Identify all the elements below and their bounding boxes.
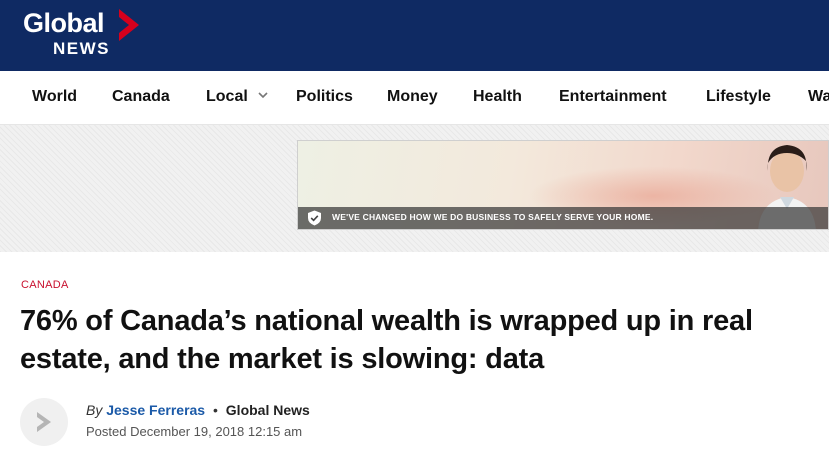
nav-item-wa[interactable]: Wa — [808, 88, 829, 106]
logo-text-global: Global — [23, 8, 105, 38]
nav-item-health[interactable]: Health — [473, 88, 522, 106]
nav-item-world[interactable]: World — [32, 88, 77, 106]
shield-check-icon — [308, 210, 321, 226]
author-avatar[interactable] — [20, 398, 68, 446]
ad-message-strip: WE'VE CHANGED HOW WE DO BUSINESS TO SAFE… — [298, 207, 828, 229]
site-header: Global NEWS — [0, 0, 829, 71]
global-news-avatar-icon — [37, 412, 51, 432]
nav-item-politics[interactable]: Politics — [296, 88, 353, 106]
logo-text-news: NEWS — [53, 39, 110, 58]
byline-separator: • — [213, 402, 218, 418]
nav-item-money[interactable]: Money — [387, 88, 438, 106]
chevron-down-icon — [258, 92, 268, 99]
byline: By Jesse Ferreras • Global News — [86, 402, 310, 418]
global-news-chevron-icon — [119, 9, 139, 41]
nav-item-local[interactable]: Local — [206, 88, 268, 106]
article-category-link[interactable]: CANADA — [21, 279, 69, 291]
article-headline: 76% of Canada’s national wealth is wrapp… — [20, 305, 753, 375]
advertisement-banner[interactable]: WE'VE CHANGED HOW WE DO BUSINESS TO SAFE… — [297, 140, 829, 230]
author-link[interactable]: Jesse Ferreras — [106, 402, 205, 418]
nav-item-entertainment[interactable]: Entertainment — [559, 88, 667, 106]
main-nav: World Canada Local Politics Money Health… — [0, 71, 829, 125]
nav-item-lifestyle[interactable]: Lifestyle — [706, 88, 771, 106]
ad-message-text: WE'VE CHANGED HOW WE DO BUSINESS TO SAFE… — [332, 212, 654, 222]
nav-item-canada[interactable]: Canada — [112, 88, 170, 106]
posted-date: Posted December 19, 2018 12:15 am — [86, 424, 303, 439]
nav-item-local-label: Local — [206, 88, 248, 105]
global-news-logo[interactable]: Global NEWS — [23, 4, 153, 64]
article-source: Global News — [225, 402, 310, 418]
byline-prefix: By — [86, 402, 103, 418]
